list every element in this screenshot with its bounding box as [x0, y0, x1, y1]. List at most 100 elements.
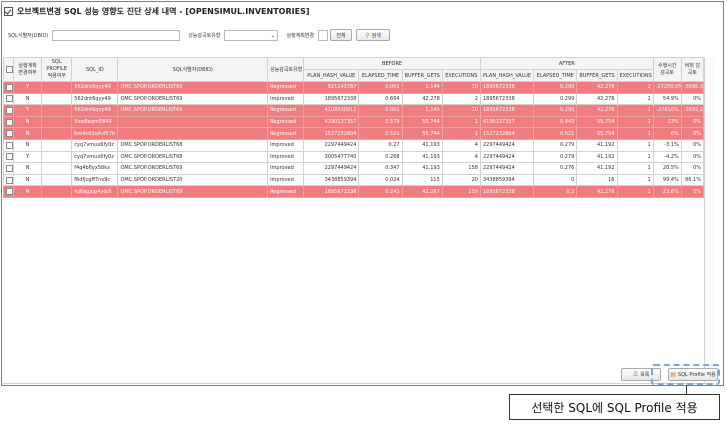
header-improve-time[interactable]: 수행시간 감곡토 [652, 57, 682, 82]
cell-plan-changed: N [13, 173, 43, 187]
cell-after-exec: 1 [616, 92, 654, 106]
table-row[interactable]: Y 562dnt6qyy49 OMC.SPOP.ORDERLIST69 Regress… [2, 81, 705, 94]
header-before-plan-hash[interactable]: PLAN_HASH_VALUE [303, 69, 360, 82]
row-select-cell[interactable] [2, 81, 15, 94]
cell-after-buffer: 55,754 [576, 115, 618, 129]
empty-cell [680, 266, 705, 280]
sql-id-input[interactable] [52, 29, 181, 41]
cell-after-plan-hash: 1895672338 [479, 81, 535, 94]
cell-plan-changed: N [13, 185, 43, 198]
table-row[interactable]: Nbm4c63q4vf57b Regressed 1527232804 0.521 55… [2, 127, 705, 140]
table-row[interactable]: Nf4q4b6yx58kx OMC.SPOP.ORDERLIST69 Improve… [2, 162, 705, 175]
row-checkbox[interactable] [6, 130, 13, 138]
cell-before-buffer: 55,744 [401, 127, 443, 140]
row-select-cell[interactable] [2, 150, 15, 164]
row-select-cell[interactable] [2, 92, 15, 106]
empty-cell [479, 254, 535, 268]
empty-cell [652, 196, 682, 210]
search-button[interactable]: ⚲ 검색 [356, 29, 391, 41]
cell-sql-profile [41, 173, 73, 187]
row-checkbox[interactable] [6, 118, 13, 126]
header-before-buffer[interactable]: BUFFER_GETS [401, 69, 443, 82]
empty-cell [680, 208, 705, 222]
header-before-elapsed[interactable]: ELAPSED_TIME [358, 69, 403, 82]
cell-buffer-ratio: -3595.3% [680, 81, 705, 94]
empty-cell [576, 208, 618, 222]
header-after-plan-hash[interactable]: PLAN_HASH_VALUE [479, 69, 535, 82]
empty-cell [267, 324, 305, 338]
empty-cell [576, 278, 618, 291]
cell-after-buffer: 41,192 [576, 138, 618, 152]
empty-cell [13, 278, 43, 291]
empty-cell [358, 254, 403, 268]
table-row[interactable]: N 562dnt6qyy49 OMC.SPOP.ORDERLIST69 Improve… [2, 92, 705, 106]
cell-before-exec: 4 [441, 150, 481, 164]
row-select-cell[interactable] [2, 138, 15, 152]
cell-before-elapsed: 0.268 [358, 150, 403, 164]
header-after-exec[interactable]: EXECUTIONS [616, 69, 654, 82]
table-row[interactable]: Y 562dnt6qyy49 OMC.SPOP.ORDERLIST69 Regress… [2, 104, 705, 117]
empty-cell [117, 347, 269, 361]
header-after-elapsed[interactable]: ELAPSED_TIME [533, 69, 578, 82]
row-select-cell[interactable] [2, 162, 15, 175]
all-button[interactable]: 전체 [330, 29, 353, 41]
table-row[interactable]: N 5xw8aqm5849 Regressed 4190137357 0.579 55,7… [2, 115, 705, 129]
row-checkbox[interactable] [6, 106, 13, 114]
row-select-cell[interactable] [2, 115, 15, 129]
empty-cell [533, 231, 578, 245]
empty-cell [533, 336, 578, 349]
cell-sql-ident: OMC.SPOP.ORDERLIST20 [117, 173, 269, 187]
row-select-cell[interactable] [2, 127, 15, 140]
row-select-cell[interactable] [2, 104, 15, 117]
vertical-scrollbar[interactable] [704, 57, 715, 383]
cell-sql-ident: OMC.SPOP.ORDERLIST69 [117, 185, 269, 198]
row-checkbox[interactable] [6, 141, 13, 149]
cell-after-exec: 2 [616, 81, 654, 94]
cell-sql-id: 562dnt6qyy49 [71, 104, 119, 117]
header-perf-type[interactable]: 성능감곡토유형 [267, 57, 305, 82]
empty-cell [441, 208, 481, 222]
header-plan-changed[interactable]: 실행계획 변경여부 [13, 57, 43, 82]
row-checkbox[interactable] [6, 83, 13, 91]
cell-perf-type: Regressed [267, 185, 305, 198]
row-checkbox[interactable] [6, 176, 13, 184]
empty-cell [71, 312, 119, 326]
header-sql-ident[interactable]: SQL식별자(DBID) [117, 57, 269, 82]
perf-type-select[interactable]: ⌄ [224, 29, 279, 41]
row-checkbox[interactable] [6, 188, 13, 196]
empty-cell [401, 231, 443, 245]
row-checkbox[interactable] [6, 153, 13, 161]
table-row[interactable]: Nf6dfjcgff7nx9c OMC.SPOP.ORDERLIST20 Impro… [2, 173, 705, 187]
cell-before-elapsed: 0.243 [358, 185, 403, 198]
header-after-buffer[interactable]: BUFFER_GETS [576, 69, 618, 82]
header-before-exec[interactable]: EXECUTIONS [441, 69, 481, 82]
table-row[interactable]: Nfsj6egjup4ydr5 OMC.SPOP.ORDERLIST69 Regre… [2, 185, 705, 198]
header-sql-profile[interactable]: SQL PROFILE 적용여부 [41, 57, 73, 82]
empty-cell [680, 254, 705, 268]
empty-cell [441, 324, 481, 338]
cell-buffer-ratio: 0% [680, 127, 705, 140]
empty-cell [652, 336, 682, 349]
cell-after-plan-hash: 2297449424 [479, 138, 535, 152]
header-sql-id[interactable]: SQL_ID [71, 57, 119, 82]
row-select-cell[interactable] [2, 185, 15, 198]
header-select-all[interactable] [2, 57, 15, 82]
empty-cell [303, 231, 360, 245]
select-all-checkbox[interactable] [6, 66, 13, 73]
empty-cell [71, 278, 119, 291]
empty-cell [71, 324, 119, 338]
empty-cell [441, 220, 481, 233]
cell-before-buffer: 42,278 [401, 92, 443, 106]
empty-cell [303, 220, 360, 233]
row-checkbox[interactable] [6, 164, 13, 172]
header-buffer-ratio[interactable]: 버퍼 감곡토 [680, 57, 705, 82]
empty-cell [41, 196, 73, 210]
cell-after-exec: 1 [616, 162, 654, 175]
empty-cell [680, 220, 705, 233]
table-row[interactable]: Ncyq7vmux6fy0z OMC.SPOP.ORDERLIST68 Improv… [2, 138, 705, 152]
row-select-cell[interactable] [2, 173, 15, 187]
table-row[interactable]: Ycyq7vmux6fy0z OMC.SPOP.ORDERLIST68 Improv… [2, 150, 705, 164]
row-checkbox[interactable] [6, 95, 13, 103]
plan-change-checkbox[interactable] [318, 29, 329, 41]
cell-sql-id: f4q4b6yx58kx [71, 162, 119, 175]
